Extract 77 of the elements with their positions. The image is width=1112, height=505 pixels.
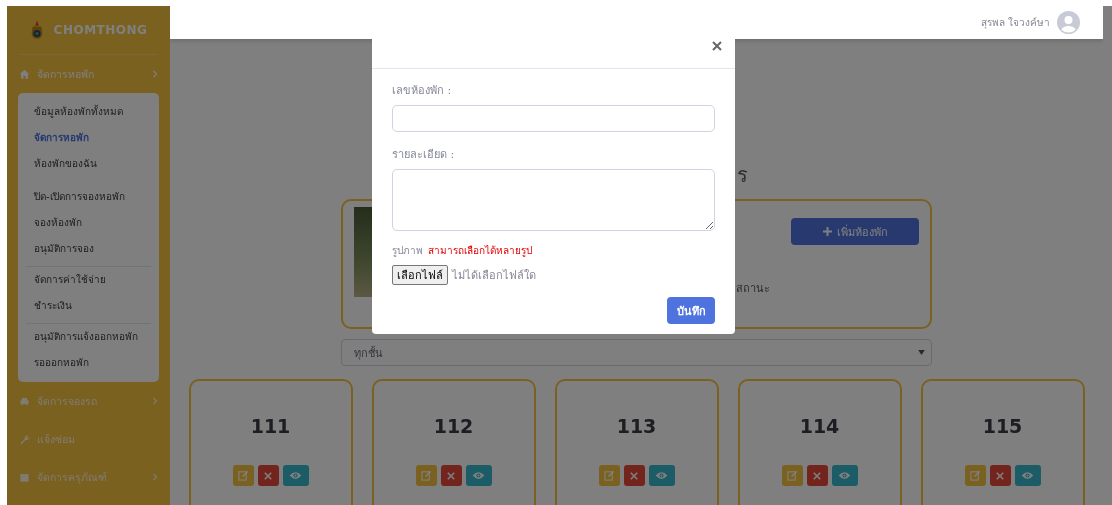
edit-button[interactable] <box>415 465 437 486</box>
details-field[interactable] <box>392 169 715 231</box>
room-card[interactable]: 111 <box>188 379 353 505</box>
submenu-item[interactable]: จัดการหอพัก <box>18 125 159 151</box>
delete-button[interactable] <box>257 465 279 486</box>
room-card[interactable]: 113 <box>554 379 719 505</box>
edit-button[interactable] <box>964 465 986 486</box>
page-heading: ร <box>737 163 749 187</box>
close-icon <box>630 471 638 480</box>
edit-button[interactable] <box>232 465 254 486</box>
submenu-item[interactable]: ห้องพักของฉัน <box>18 151 159 177</box>
room-number-field[interactable] <box>392 105 715 132</box>
edit-button[interactable] <box>781 465 803 486</box>
submenu-item[interactable]: ข้อมูลห้องพักทั้งหมด <box>18 99 159 125</box>
add-room-button[interactable]: เพิ่มห้องพัก <box>791 218 919 245</box>
edit-icon <box>237 470 249 481</box>
edit-button[interactable] <box>598 465 620 486</box>
eye-icon <box>838 471 851 480</box>
close-icon <box>447 471 455 480</box>
submenu-item[interactable]: จัดการค่าใช้จ่าย <box>18 267 159 293</box>
car-icon <box>19 395 30 407</box>
image-hint: สามารถเลือกได้หลายรูป <box>428 244 532 258</box>
close-icon <box>712 41 722 51</box>
field-label: รายละเอียด : <box>392 148 456 162</box>
floor-select[interactable]: ทุกชั้น <box>341 339 932 366</box>
submenu-item[interactable]: อนุมัติการแจ้งออกหอพัก <box>18 324 159 350</box>
view-button[interactable] <box>465 465 492 486</box>
edit-icon <box>420 470 432 481</box>
room-card[interactable]: 114 <box>737 379 902 505</box>
close-icon <box>264 471 272 480</box>
home-icon <box>19 68 30 80</box>
room-number: 114 <box>799 415 840 437</box>
save-button[interactable]: บันทึก <box>667 297 715 324</box>
delete-button[interactable] <box>806 465 828 486</box>
eye-icon <box>655 471 668 480</box>
edit-icon <box>969 470 981 481</box>
room-card[interactable]: 115 <box>920 379 1085 505</box>
view-button[interactable] <box>1014 465 1041 486</box>
room-number: 112 <box>433 415 474 437</box>
view-button[interactable] <box>282 465 309 486</box>
file-status: ไม่ได้เลือกไฟล์ใด <box>452 268 536 284</box>
delete-button[interactable] <box>989 465 1011 486</box>
chevron-right-icon <box>152 70 158 78</box>
wrench-icon <box>19 433 30 445</box>
user-avatar-icon[interactable] <box>1057 11 1080 34</box>
delete-button[interactable] <box>623 465 645 486</box>
edit-icon <box>603 470 615 481</box>
delete-button[interactable] <box>440 465 462 486</box>
submenu-item[interactable]: ชำระเงิน <box>18 293 159 319</box>
chevron-right-icon <box>152 397 158 405</box>
plus-icon <box>822 227 832 236</box>
submenu-item[interactable]: รอออกหอพัก <box>18 350 159 376</box>
caret-down-icon <box>918 350 925 355</box>
status-text: สถานะ <box>736 281 771 297</box>
view-button[interactable] <box>831 465 858 486</box>
submenu-item[interactable]: อนุมัติการจอง <box>18 236 159 262</box>
edit-icon <box>786 470 798 481</box>
user-name[interactable]: สุรพล ใจวงค์ษา <box>980 15 1050 30</box>
image-label: รูปภาพ <box>392 244 423 258</box>
chevron-right-icon <box>152 473 158 481</box>
brand-name: CHOMTHONG <box>53 23 148 37</box>
field-label: เลขห้องพัก : <box>392 84 453 98</box>
close-icon <box>813 471 821 480</box>
submenu-item[interactable]: จองห้องพัก <box>18 210 159 236</box>
choose-file-button[interactable]: เลือกไฟล์ <box>392 265 448 285</box>
room-number: 115 <box>982 415 1023 437</box>
room-number: 113 <box>616 415 657 437</box>
eye-icon <box>289 471 302 480</box>
crest-logo <box>29 20 44 40</box>
eye-icon <box>1021 471 1034 480</box>
close-icon <box>996 471 1004 480</box>
square-icon <box>19 471 30 483</box>
submenu-item[interactable]: ปิด-เปิดการจองหอพัก <box>18 184 159 210</box>
eye-icon <box>472 471 485 480</box>
view-button[interactable] <box>648 465 675 486</box>
room-number: 111 <box>250 415 291 437</box>
room-card[interactable]: 112 <box>371 379 536 505</box>
